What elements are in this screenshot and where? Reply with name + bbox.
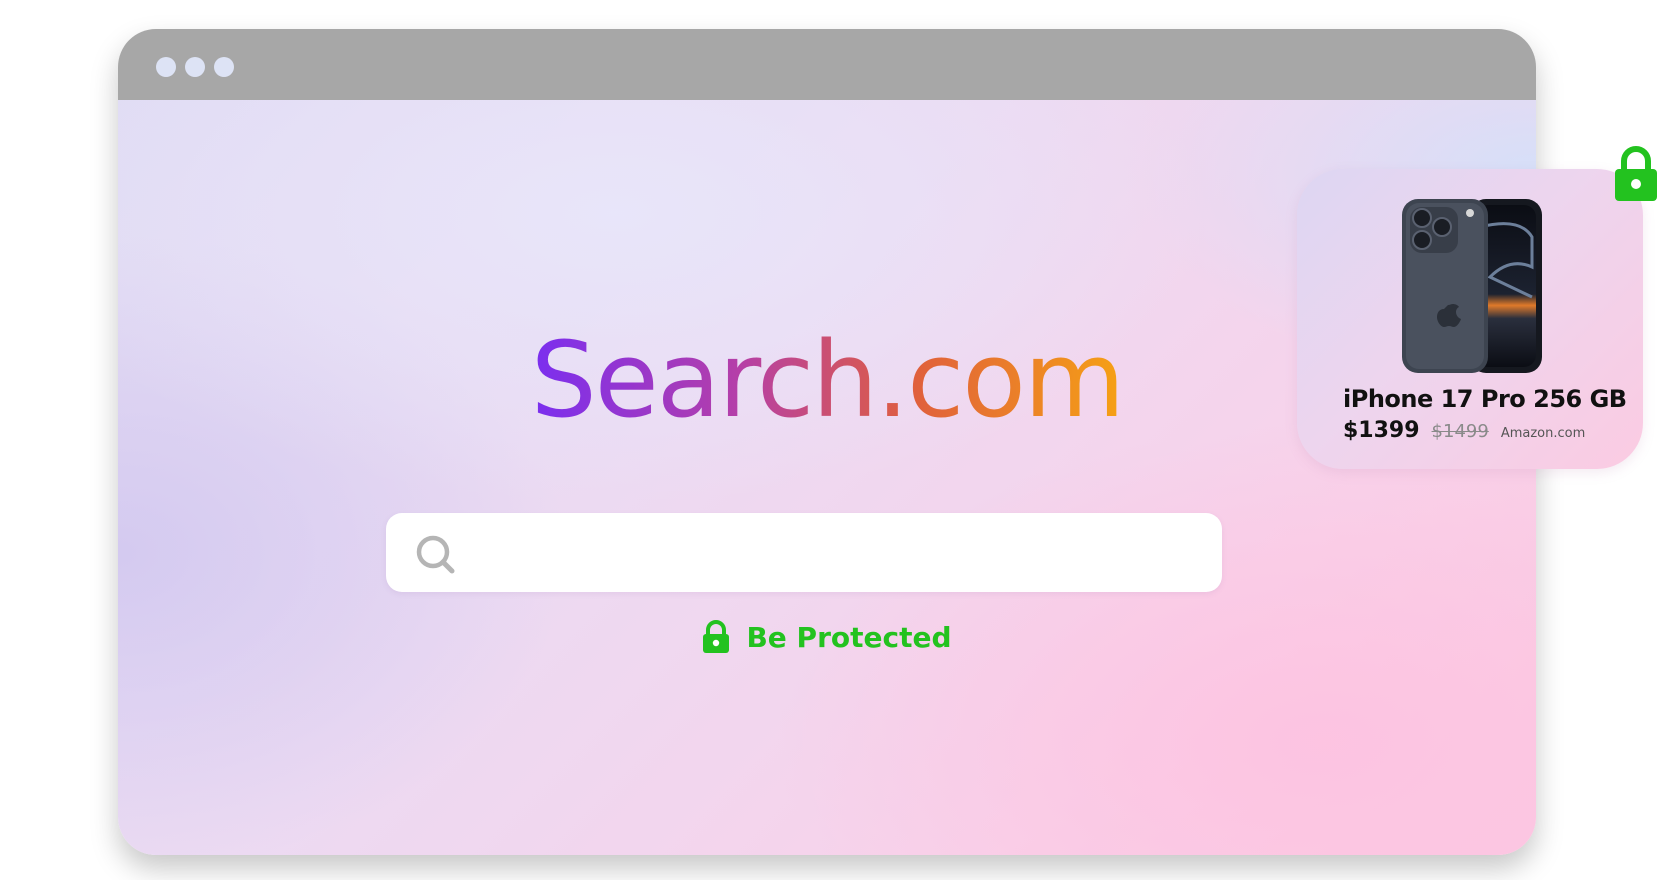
phone-image [1402,199,1542,373]
window-control-dot[interactable] [185,57,205,77]
price-row: $1399 $1499 Amazon.com [1343,418,1585,443]
protection-notice: Be Protected [118,620,1536,654]
lock-icon [703,620,730,653]
protection-label: Be Protected [746,620,952,654]
title-bar [118,29,1536,100]
window-control-dot[interactable] [156,57,176,77]
search-bar[interactable] [386,513,1222,594]
current-price: $1399 [1343,418,1420,443]
search-input[interactable] [470,513,1202,594]
logo-text: Search.com [530,319,1125,441]
store-name[interactable]: Amazon.com [1501,426,1585,441]
product-title: iPhone 17 Pro 256 GB [1343,385,1627,413]
product-card[interactable]: iPhone 17 Pro 256 GB $1399 $1499 Amazon.… [1297,169,1643,469]
lock-icon [1615,146,1657,201]
original-price: $1499 [1431,421,1489,442]
window-control-dot[interactable] [214,57,234,77]
search-icon [416,535,455,574]
